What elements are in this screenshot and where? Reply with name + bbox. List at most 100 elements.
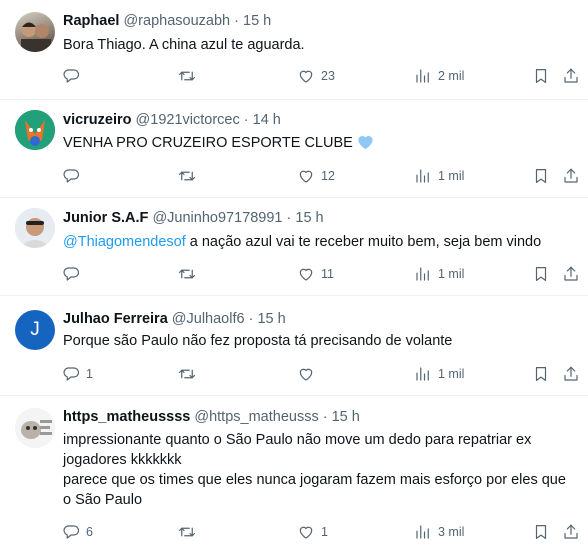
timestamp[interactable]: 15 h: [332, 409, 360, 425]
mention-link[interactable]: @Thiagomendesof: [63, 234, 186, 250]
retweet-button[interactable]: [178, 522, 202, 542]
like-count: 23: [321, 69, 335, 83]
bookmark-icon: [532, 67, 550, 85]
views-button[interactable]: 1 mil: [414, 364, 464, 384]
separator: ·: [322, 409, 328, 425]
reply-button[interactable]: 1: [62, 364, 93, 384]
tweet[interactable]: Junior S.A.F @Juninho97178991 · 15 h @Th…: [0, 198, 588, 296]
reply-icon: [62, 523, 80, 541]
views-button[interactable]: 2 mil: [414, 66, 464, 86]
author-name[interactable]: vicruzeiro: [63, 112, 132, 128]
views-count: 3 mil: [438, 525, 465, 539]
bookmark-button[interactable]: [532, 264, 550, 284]
views-count: 2 mil: [438, 69, 465, 83]
reply-button[interactable]: [62, 264, 86, 284]
like-icon: [297, 365, 315, 383]
author-name[interactable]: https_matheussss: [63, 409, 190, 425]
share-button[interactable]: [562, 166, 580, 186]
reply-icon: [62, 265, 80, 283]
bookmark-button[interactable]: [532, 66, 550, 86]
timestamp[interactable]: 15 h: [295, 210, 323, 226]
retweet-button[interactable]: [178, 264, 202, 284]
timestamp[interactable]: 14 h: [253, 112, 281, 128]
avatar[interactable]: [15, 12, 55, 52]
tweet[interactable]: https_matheussss @https_matheusss · 15 h…: [0, 396, 588, 549]
views-icon: [414, 265, 432, 283]
like-count: 12: [321, 169, 335, 183]
author-handle[interactable]: @https_matheusss: [194, 409, 318, 425]
reply-button[interactable]: [62, 166, 86, 186]
like-button[interactable]: 23: [297, 66, 335, 86]
tweet-text: Bora Thiago. A china azul te aguarda.: [63, 37, 305, 53]
avatar-letter: J: [30, 319, 40, 340]
retweet-button[interactable]: [178, 364, 202, 384]
share-button[interactable]: [562, 66, 580, 86]
views-button[interactable]: 3 mil: [414, 522, 464, 542]
author-handle[interactable]: @raphasouzabh: [123, 13, 230, 29]
reply-icon: [62, 365, 80, 383]
tweet[interactable]: vicruzeiro @1921victorcec · 14 h VENHA P…: [0, 100, 588, 198]
views-icon: [414, 167, 432, 185]
author-handle[interactable]: @Juninho97178991: [152, 210, 282, 226]
like-count: 11: [321, 267, 334, 281]
views-button[interactable]: 1 mil: [414, 264, 464, 284]
bookmark-button[interactable]: [532, 364, 550, 384]
tweet-text: a nação azul vai te receber muito bem, s…: [185, 234, 542, 250]
bookmark-icon: [532, 167, 550, 185]
like-icon: [297, 67, 315, 85]
avatar[interactable]: J: [15, 310, 55, 350]
author-name[interactable]: Raphael: [63, 13, 119, 29]
views-count: 1 mil: [438, 267, 465, 281]
share-icon: [562, 365, 580, 383]
timestamp[interactable]: 15 h: [257, 311, 285, 327]
views-count: 1 mil: [438, 169, 465, 183]
views-button[interactable]: 1 mil: [414, 166, 464, 186]
share-button[interactable]: [562, 364, 580, 384]
reply-icon: [62, 167, 80, 185]
like-icon: [297, 167, 315, 185]
bookmark-button[interactable]: [532, 166, 550, 186]
share-button[interactable]: [562, 264, 580, 284]
reply-button[interactable]: [62, 66, 86, 86]
reply-count: 1: [86, 367, 93, 381]
like-count: 1: [321, 525, 328, 539]
timestamp[interactable]: 15 h: [243, 13, 271, 29]
retweet-button[interactable]: [178, 66, 202, 86]
author-name[interactable]: Junior S.A.F: [63, 210, 148, 226]
like-button[interactable]: 1: [297, 522, 328, 542]
tweet-text: Porque são Paulo não fez proposta tá pre…: [63, 333, 453, 349]
author-name[interactable]: Julhao Ferreira: [63, 311, 168, 327]
author-handle[interactable]: @Julhaolf6: [172, 311, 245, 327]
tweet[interactable]: J Julhao Ferreira @Julhaolf6 · 15 h Porq…: [0, 296, 588, 396]
like-icon: [297, 265, 315, 283]
retweet-icon: [178, 265, 196, 283]
retweet-icon: [178, 523, 196, 541]
author-handle[interactable]: @1921victorcec: [136, 112, 240, 128]
tweet-text-line: impressionante quanto o São Paulo não mo…: [63, 432, 532, 468]
avatar[interactable]: [15, 110, 55, 150]
bookmark-icon: [532, 523, 550, 541]
separator: ·: [243, 112, 249, 128]
tweet[interactable]: Raphael @raphasouzabh · 15 h Bora Thiago…: [0, 0, 588, 100]
reply-button[interactable]: 6: [62, 522, 93, 542]
like-button[interactable]: 12: [297, 166, 335, 186]
views-icon: [414, 365, 432, 383]
reply-icon: [62, 67, 80, 85]
separator: ·: [248, 311, 254, 327]
retweet-icon: [178, 167, 196, 185]
like-button[interactable]: [297, 364, 321, 384]
tweet-text: VENHA PRO CRUZEIRO ESPORTE CLUBE: [63, 135, 353, 151]
share-icon: [562, 167, 580, 185]
views-count: 1 mil: [438, 367, 465, 381]
avatar[interactable]: [15, 208, 55, 248]
like-button[interactable]: 11: [297, 264, 334, 284]
separator: ·: [234, 13, 239, 29]
bookmark-icon: [532, 265, 550, 283]
share-button[interactable]: [562, 522, 580, 542]
retweet-button[interactable]: [178, 166, 202, 186]
views-icon: [414, 67, 432, 85]
views-icon: [414, 523, 432, 541]
share-icon: [562, 265, 580, 283]
avatar[interactable]: [15, 408, 55, 448]
bookmark-button[interactable]: [532, 522, 550, 542]
